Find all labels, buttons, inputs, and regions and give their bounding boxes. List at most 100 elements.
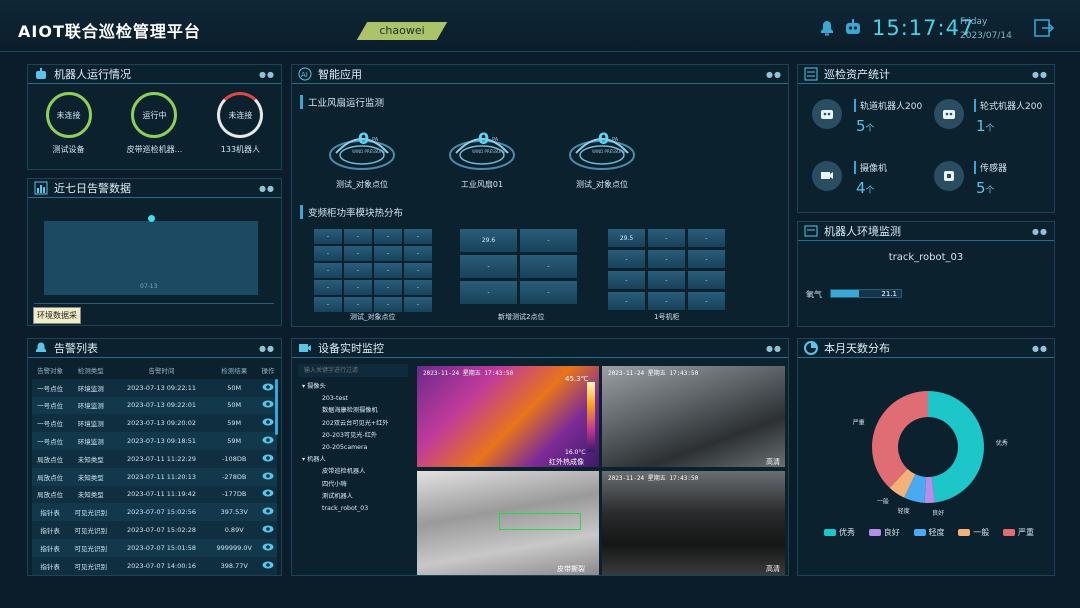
legend-item[interactable]: 一般 bbox=[958, 527, 989, 538]
heat-cell[interactable]: - bbox=[404, 246, 432, 261]
robot-status-item[interactable]: 未连接 133机器人 bbox=[217, 92, 264, 155]
heat-cell[interactable]: - bbox=[608, 250, 645, 268]
heat-cell[interactable]: - bbox=[608, 292, 645, 310]
more-icon[interactable]: ●● bbox=[766, 344, 782, 353]
heat-cell[interactable]: - bbox=[374, 297, 402, 312]
more-icon[interactable]: ●● bbox=[1032, 227, 1048, 236]
heat-cell[interactable]: - bbox=[688, 292, 725, 310]
more-icon[interactable]: ●● bbox=[1032, 344, 1048, 353]
view-icon[interactable] bbox=[259, 450, 277, 468]
view-icon[interactable] bbox=[259, 486, 277, 504]
user-tag[interactable]: chaowei bbox=[356, 22, 448, 40]
heat-cell[interactable]: - bbox=[648, 271, 685, 289]
view-icon[interactable] bbox=[259, 539, 277, 557]
more-icon[interactable]: ●● bbox=[259, 70, 275, 79]
fan-gauge[interactable]: 0 PA WIND PRESSURE 测试_对象点位 bbox=[322, 125, 402, 190]
table-row[interactable]: 一号点位 环境监测 2023-07-13 09:18:51 59M bbox=[32, 432, 277, 450]
table-row[interactable]: 一号点位 环境监测 2023-07-13 09:22:11 50M bbox=[32, 378, 277, 397]
logout-icon[interactable] bbox=[1034, 19, 1054, 37]
pie-slice-4[interactable] bbox=[872, 391, 928, 488]
tree-item[interactable]: 四代小嗨 bbox=[300, 479, 410, 491]
table-row[interactable]: 一号点位 环境监测 2023-07-13 09:20:02 59M bbox=[32, 414, 277, 433]
heat-cell[interactable]: - bbox=[344, 297, 372, 312]
view-icon[interactable] bbox=[259, 432, 277, 450]
legend-item[interactable]: 优秀 bbox=[824, 527, 855, 538]
video-hd-1[interactable]: 2023-11-24 星期五 17:43:50 高清 bbox=[602, 366, 785, 467]
table-row[interactable]: 局放点位 未知类型 2023-07-11 11:22:29 -108DB bbox=[32, 449, 277, 468]
heat-cell[interactable]: - bbox=[314, 280, 342, 295]
fan-gauge[interactable]: 0 PA WIND PRESSURE 工业风扇01 bbox=[442, 125, 522, 190]
tree-item[interactable]: 203-test bbox=[300, 393, 410, 405]
tree-group[interactable]: ▾ 机器人 bbox=[300, 454, 410, 466]
heat-cell[interactable]: - bbox=[688, 271, 725, 289]
tree-item[interactable]: 202双云台可见光+红外 bbox=[300, 418, 410, 430]
tree-item[interactable]: 数据海康检测摄像机 bbox=[300, 405, 410, 417]
heat-cell[interactable]: - bbox=[314, 297, 342, 312]
legend-item[interactable]: 良好 bbox=[868, 527, 900, 538]
heat-cell[interactable]: - bbox=[648, 229, 685, 247]
scrollbar[interactable] bbox=[275, 379, 278, 435]
alarm-bell-icon[interactable] bbox=[818, 19, 836, 37]
heat-cell[interactable]: - bbox=[344, 246, 372, 261]
table-row[interactable]: 指针表 可见光识别 2023-07-07 15:01:58 999999.0V bbox=[32, 538, 277, 557]
heat-cell[interactable]: - bbox=[314, 229, 342, 244]
robot-status-item[interactable]: 运行中 皮带巡检机器... bbox=[127, 92, 182, 155]
tree-group[interactable]: ▾ 摄像头 bbox=[300, 381, 410, 393]
robot-icon[interactable] bbox=[843, 18, 863, 38]
heat-cell[interactable]: - bbox=[314, 246, 342, 261]
search-input[interactable] bbox=[298, 364, 408, 377]
heat-cell[interactable]: - bbox=[404, 229, 432, 244]
legend-item[interactable]: 严重 bbox=[1003, 527, 1034, 538]
more-icon[interactable]: ●● bbox=[259, 184, 275, 193]
table-row[interactable]: 局放点位 未知类型 2023-07-11 11:19:42 -177DB bbox=[32, 485, 277, 504]
heat-cell[interactable]: - bbox=[404, 280, 432, 295]
heat-cell[interactable]: - bbox=[344, 280, 372, 295]
heat-cell[interactable]: - bbox=[374, 246, 402, 261]
heat-cell[interactable]: - bbox=[520, 255, 577, 278]
heat-cell[interactable]: - bbox=[520, 281, 577, 304]
heat-cell[interactable]: - bbox=[374, 263, 402, 278]
table-row[interactable]: 局放点位 未知类型 2023-07-11 11:20:13 -278DB bbox=[32, 467, 277, 486]
heat-cell[interactable]: - bbox=[648, 292, 685, 310]
heat-cell[interactable]: - bbox=[314, 263, 342, 278]
heat-cell[interactable]: - bbox=[648, 250, 685, 268]
fan-gauge[interactable]: 0 PA WIND PRESSURE 测试_对象点位 bbox=[562, 125, 642, 190]
heat-cell[interactable]: - bbox=[374, 280, 402, 295]
more-icon[interactable]: ●● bbox=[1032, 70, 1048, 79]
video-hd-2[interactable]: 2023-11-24 星期五 17:43:50 高清 bbox=[602, 471, 785, 575]
heat-cell[interactable]: 29.5 bbox=[608, 229, 645, 247]
video-thermal[interactable]: 2023-11-24 星期五 17:43:50 45.3℃ 16.0°C 红外热… bbox=[417, 366, 599, 467]
heat-cell[interactable]: - bbox=[344, 229, 372, 244]
heat-cell[interactable]: - bbox=[688, 250, 725, 268]
more-icon[interactable]: ●● bbox=[766, 70, 782, 79]
view-icon[interactable] bbox=[259, 521, 277, 539]
heat-cell[interactable]: - bbox=[404, 263, 432, 278]
heat-cell[interactable]: - bbox=[374, 229, 402, 244]
tree-item[interactable]: 皮带巡检机器人 bbox=[300, 466, 410, 478]
heat-cell[interactable]: - bbox=[460, 255, 517, 278]
more-icon[interactable]: ●● bbox=[259, 344, 275, 353]
view-icon[interactable] bbox=[259, 503, 277, 521]
robot-status-item[interactable]: 未连接 测试设备 bbox=[45, 92, 92, 155]
view-icon[interactable] bbox=[259, 468, 277, 486]
table-row[interactable]: 指针表 可见光识别 2023-07-07 15:02:56 397.53V bbox=[32, 503, 277, 522]
heat-cell[interactable]: - bbox=[608, 271, 645, 289]
table-row[interactable]: 一号点位 环境监测 2023-07-13 09:22:01 50M bbox=[32, 396, 277, 415]
heat-cell[interactable]: - bbox=[344, 263, 372, 278]
heat-cell[interactable]: - bbox=[688, 229, 725, 247]
heat-cell[interactable]: - bbox=[404, 297, 432, 312]
tree-item[interactable]: 20-205camera bbox=[300, 442, 410, 454]
legend-item[interactable]: 轻度 bbox=[913, 527, 945, 538]
tree-item[interactable]: track_robot_03 bbox=[300, 503, 410, 515]
heat-cell[interactable]: - bbox=[520, 229, 577, 252]
tree-item[interactable]: 测试机器人 bbox=[300, 491, 410, 503]
heat-cell[interactable]: 29.6 bbox=[460, 229, 517, 252]
table-row[interactable]: 指针表 可见光识别 2023-07-07 14:00:16 398.77V bbox=[32, 556, 277, 575]
table-row[interactable]: 指针表 可见光识别 2023-07-07 15:02:28 0.89V bbox=[32, 521, 277, 539]
alarm-point[interactable] bbox=[148, 215, 155, 222]
heat-cell[interactable]: - bbox=[460, 281, 517, 304]
video-belt[interactable]: 皮带撕裂 bbox=[417, 471, 599, 575]
view-icon[interactable] bbox=[259, 557, 277, 575]
pie-slice-0[interactable] bbox=[928, 391, 985, 503]
tree-item[interactable]: 20-203可见光-红外 bbox=[300, 430, 410, 442]
